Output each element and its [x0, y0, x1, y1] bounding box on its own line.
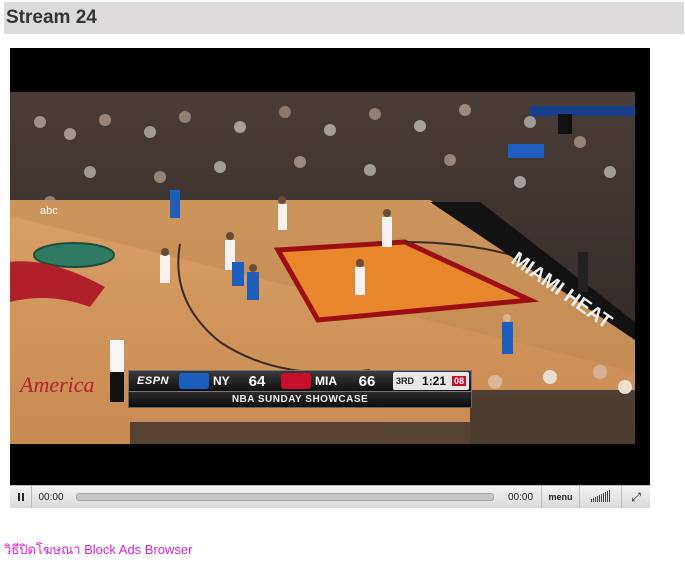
shot-clock: 08: [452, 376, 467, 386]
fullscreen-icon: ⤢: [631, 489, 641, 504]
seek-bar[interactable]: [70, 486, 500, 508]
home-team: NY 64: [177, 371, 279, 391]
home-team-score: 64: [248, 372, 266, 390]
volume-icon: [591, 490, 610, 502]
pause-icon: [17, 493, 24, 501]
center-logo: [33, 242, 115, 268]
away-team: MIA 66: [279, 371, 389, 391]
away-team-score: 66: [358, 372, 376, 390]
menu-button[interactable]: menu: [542, 486, 580, 508]
broadcast-caption: NBA SUNDAY SHOWCASE: [128, 392, 472, 408]
sponsor-text: abc: [40, 205, 58, 217]
video-player[interactable]: MIAMI HEAT America abc ESPN NY 64 MIA 66…: [10, 48, 650, 508]
backboard-clock: [558, 114, 572, 134]
current-time: 00:00: [38, 491, 64, 503]
duration: 00:00: [500, 486, 542, 508]
page-title: Stream 24: [6, 7, 97, 28]
away-team-name: MIA: [315, 374, 337, 388]
sideline-text: America: [18, 372, 95, 397]
shot-clock-display: [508, 144, 544, 158]
page-header: Stream 24: [4, 2, 684, 34]
network-logo: ESPN: [137, 375, 169, 387]
heat-logo-icon: [281, 373, 311, 389]
player-controls: 00:00 00:00 menu ⤢: [10, 485, 650, 508]
quarter: 3RD: [396, 376, 415, 386]
video-frame[interactable]: MIAMI HEAT America abc ESPN NY 64 MIA 66…: [10, 92, 635, 444]
seek-track[interactable]: [76, 493, 494, 501]
volume-control[interactable]: [580, 486, 622, 508]
fullscreen-button[interactable]: ⤢: [622, 486, 650, 508]
game-clock: 3RD 1:21 08: [393, 372, 470, 390]
clock-time: 1:21: [422, 374, 447, 388]
home-team-name: NY: [213, 374, 230, 388]
pause-button[interactable]: [10, 486, 32, 508]
knicks-logo-icon: [179, 373, 209, 389]
block-ads-link[interactable]: วิธีปิดโฆษณา Block Ads Browser: [4, 539, 192, 560]
arena-banner: [530, 106, 635, 116]
score-bug: ESPN NY 64 MIA 66 3RD 1:21 08 NBA SUNDAY: [128, 370, 472, 410]
